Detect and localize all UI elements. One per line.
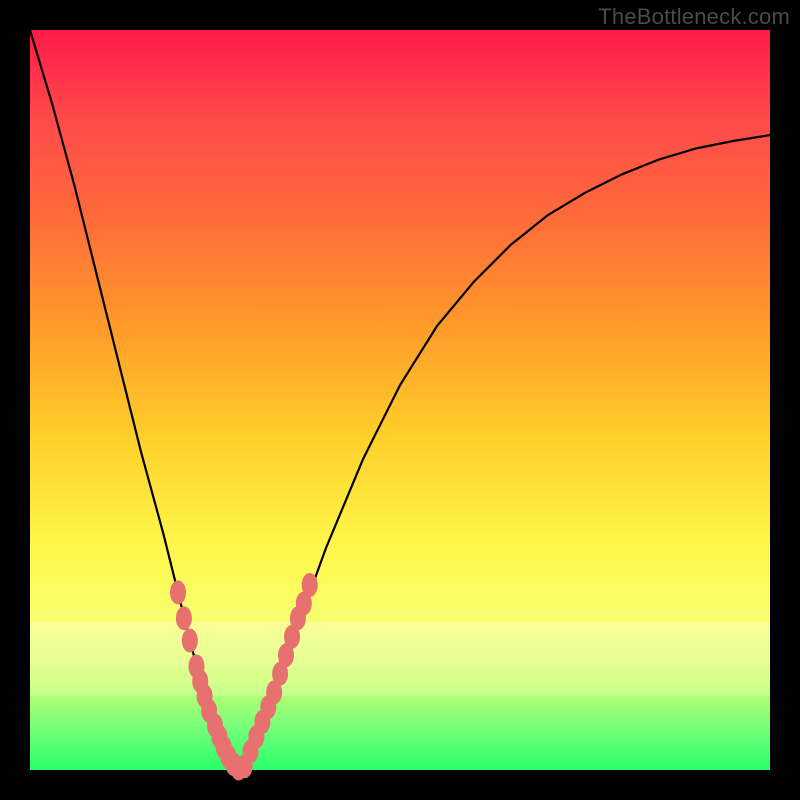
watermark-text: TheBottleneck.com (598, 4, 790, 30)
plot-area (30, 30, 770, 770)
highlight-dots (170, 573, 318, 781)
chart-frame: TheBottleneck.com (0, 0, 800, 800)
curve-svg (30, 30, 770, 770)
highlight-dot (170, 580, 186, 604)
highlight-dot (302, 573, 318, 597)
bottleneck-curve (30, 30, 770, 770)
highlight-dot (182, 629, 198, 653)
highlight-dot (176, 606, 192, 630)
